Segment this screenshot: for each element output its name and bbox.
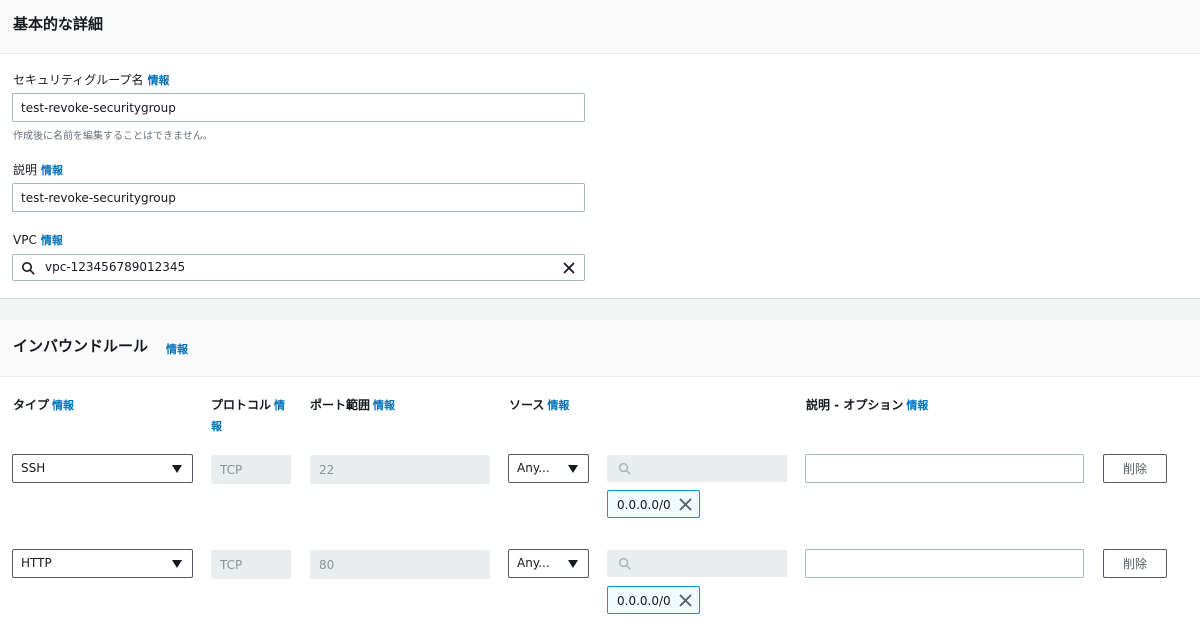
rule-protocol-value: TCP (220, 558, 243, 572)
vpc-select[interactable]: vpc-123456789012345 (12, 254, 585, 281)
caret-down-icon (568, 560, 578, 568)
inbound-info-link[interactable]: 情報 (166, 341, 188, 357)
rule-type-value: SSH (21, 461, 46, 475)
vpc-value: vpc-123456789012345 (45, 260, 186, 274)
delete-rule-button[interactable]: 削除 (1103, 454, 1167, 483)
remove-token-icon[interactable] (679, 498, 692, 511)
rule-type-select[interactable]: HTTP (12, 549, 193, 578)
col-port-text: ポート範囲 (310, 398, 371, 412)
rule-protocol-field: TCP (211, 550, 291, 579)
search-icon (618, 462, 631, 475)
description-label-text: 説明 (13, 163, 38, 177)
description-col-info-link[interactable]: 情報 (906, 399, 928, 412)
col-header-protocol: プロトコル 情報 (211, 395, 293, 437)
clear-icon[interactable] (562, 261, 576, 275)
caret-down-icon (172, 465, 182, 473)
col-description-text: 説明 - オプション (806, 398, 904, 412)
col-type-text: タイプ (13, 398, 50, 412)
rule-description-input[interactable] (805, 454, 1084, 483)
description-info-link[interactable]: 情報 (41, 164, 63, 177)
rule-source-value: Any... (517, 556, 550, 570)
remove-token-icon[interactable] (679, 594, 692, 607)
source-info-link[interactable]: 情報 (547, 399, 569, 412)
inbound-rules-title: インバウンドルール (13, 337, 149, 355)
col-source-text: ソース (509, 398, 545, 412)
section-divider (0, 298, 1200, 320)
vpc-label: VPC 情報 (13, 232, 63, 248)
col-header-port: ポート範囲 情報 (310, 395, 395, 416)
caret-down-icon (568, 465, 578, 473)
col-header-description: 説明 - オプション 情報 (806, 395, 928, 416)
cidr-token-value: 0.0.0.0/0 (617, 594, 671, 608)
sg-name-hint: 作成後に名前を編集することはできません。 (13, 131, 213, 142)
description-input[interactable] (12, 183, 585, 212)
cidr-token: 0.0.0.0/0 (607, 586, 700, 614)
inbound-rules-header: インバウンドルール 情報 (0, 320, 1200, 377)
sg-name-label-text: セキュリティグループ名 (13, 73, 144, 87)
rule-cidr-search (607, 455, 787, 482)
cidr-token: 0.0.0.0/0 (607, 490, 700, 518)
vpc-info-link[interactable]: 情報 (41, 234, 63, 247)
type-info-link[interactable]: 情報 (52, 399, 74, 412)
rule-source-select[interactable]: Any... (508, 454, 589, 483)
sg-name-input[interactable] (12, 93, 585, 122)
sg-name-label: セキュリティグループ名 情報 (13, 71, 170, 88)
rule-port-value: 22 (319, 463, 335, 477)
search-icon (22, 262, 35, 275)
description-label: 説明 情報 (13, 161, 63, 178)
rule-description-input[interactable] (805, 549, 1084, 578)
rule-cidr-search (607, 550, 787, 577)
col-header-source: ソース 情報 (509, 395, 569, 416)
rule-source-select[interactable]: Any... (508, 549, 589, 578)
rule-type-select[interactable]: SSH (12, 454, 193, 483)
port-info-link[interactable]: 情報 (373, 399, 395, 412)
col-header-type: タイプ 情報 (13, 395, 74, 416)
col-protocol-text: プロトコル (211, 398, 272, 412)
rule-protocol-value: TCP (220, 463, 243, 477)
sg-name-info-link[interactable]: 情報 (148, 74, 170, 87)
search-icon (618, 557, 631, 570)
vpc-label-text: VPC (13, 233, 37, 247)
rule-source-value: Any... (517, 461, 550, 475)
rule-type-value: HTTP (21, 556, 52, 570)
rule-port-field: 80 (310, 550, 490, 579)
basic-details-title: 基本的な詳細 (13, 15, 104, 33)
rule-port-value: 80 (319, 558, 335, 572)
cidr-token-value: 0.0.0.0/0 (617, 498, 671, 512)
basic-details-header: 基本的な詳細 (0, 0, 1200, 54)
rule-protocol-field: TCP (211, 455, 291, 484)
delete-rule-button[interactable]: 削除 (1103, 549, 1167, 578)
caret-down-icon (172, 560, 182, 568)
rule-port-field: 22 (310, 455, 490, 484)
